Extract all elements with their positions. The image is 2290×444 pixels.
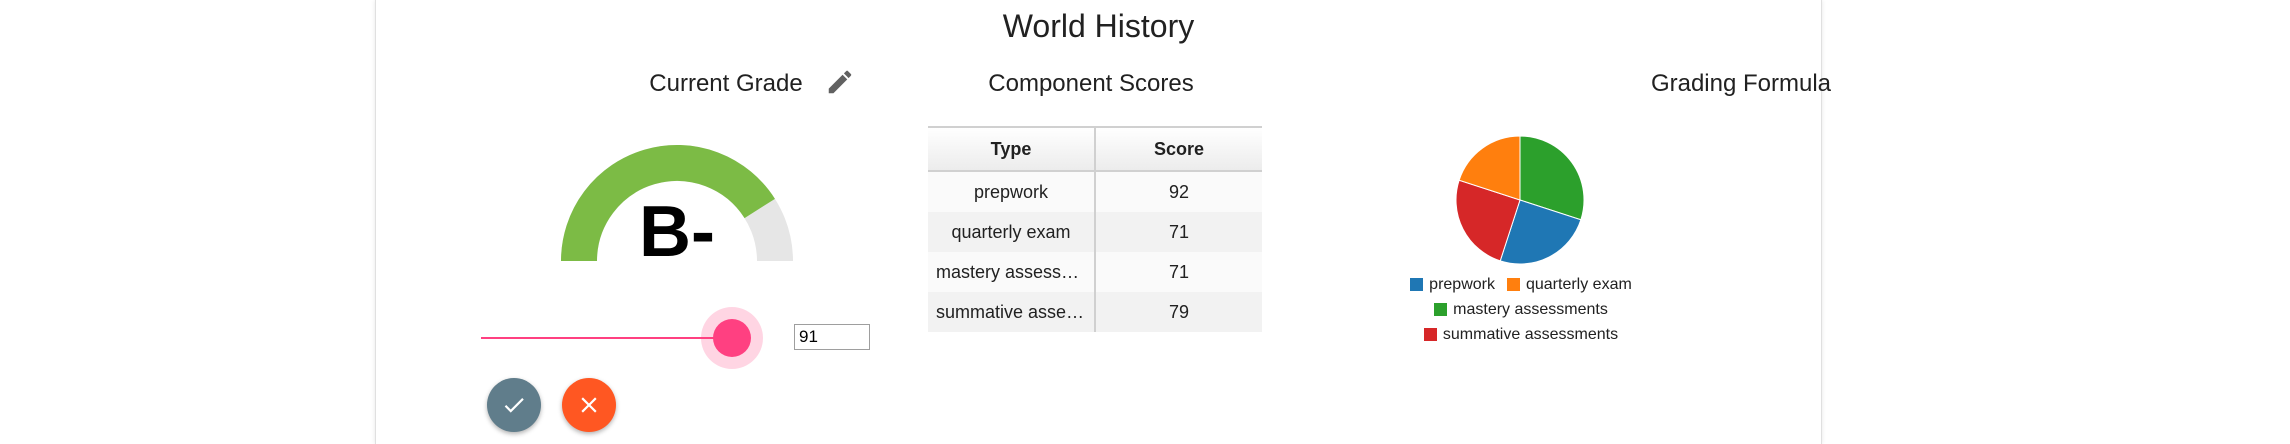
table-header-row: Type Score [928,126,1262,172]
check-icon [504,398,524,413]
course-card: World History Current Grade B- Component… [375,0,1831,444]
grade-letter: B- [639,192,715,272]
legend-label: mastery assessments [1453,301,1608,318]
cell-score: 92 [1095,171,1262,212]
legend-swatch [1434,303,1448,316]
component-scores-title: Component Scores [988,70,1194,97]
grading-formula-title: Grading Formula [1650,70,1832,97]
legend-label: summative assessments [1442,326,1619,343]
legend-swatch [1506,278,1520,291]
legend-swatch [1410,278,1424,291]
cell-score: 71 [1095,212,1262,252]
cell-type: summative assessments [928,292,1096,332]
confirm-button[interactable] [487,378,541,432]
slider-thumb[interactable] [713,319,751,357]
pencil-icon[interactable] [825,67,855,97]
grading-formula-pie-chart [1455,135,1585,265]
cell-score: 79 [1095,292,1262,332]
cell-type: quarterly exam [928,212,1096,252]
slider-track[interactable] [481,337,732,339]
legend-item-prepwork[interactable]: prepwork [1410,273,1495,296]
column-header-score[interactable]: Score [1095,126,1262,172]
table-row: quarterly exam 71 [928,212,1262,252]
cell-type: prepwork [928,171,1096,212]
cancel-button[interactable] [562,378,616,432]
table-row: mastery assessments 71 [928,252,1262,292]
legend-item-mastery-assessments[interactable]: mastery assessments [1434,298,1608,321]
column-header-type[interactable]: Type [928,126,1096,172]
grade-slider[interactable] [481,307,811,369]
table-row: summative assessments 79 [928,292,1262,332]
component-scores-table: Type Score prepwork 92 quarterly exam 71… [928,126,1262,332]
legend-label: prepwork [1429,276,1495,293]
close-icon [581,397,597,413]
page-title: World History [1002,8,1195,44]
legend-label: quarterly exam [1525,276,1632,293]
legend-item-quarterly-exam[interactable]: quarterly exam [1506,273,1632,296]
table-row: prepwork 92 [928,171,1262,212]
cell-type: mastery assessments [928,252,1096,292]
pie-legend: prepwork quarterly exam mastery assessment… [1391,273,1651,348]
grade-value-input[interactable] [794,324,870,350]
legend-item-summative-assessments[interactable]: summative assessments [1423,323,1619,346]
cell-score: 71 [1095,252,1262,292]
legend-swatch [1423,328,1437,341]
